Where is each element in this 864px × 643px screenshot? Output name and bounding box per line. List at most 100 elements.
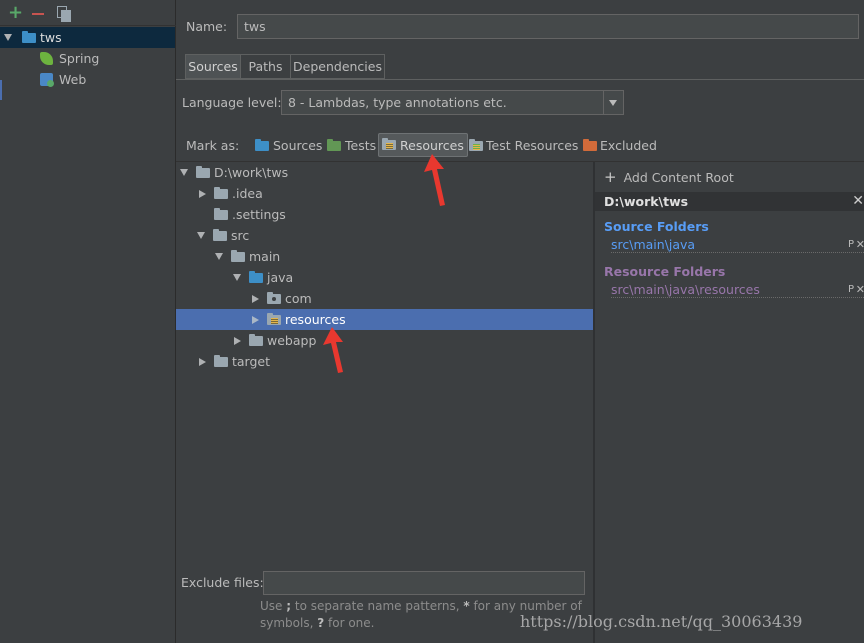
copy-icon[interactable]: [57, 6, 72, 22]
remove-folder-icon[interactable]: ✕: [856, 237, 864, 252]
tree-node-label: target: [232, 354, 271, 369]
file-tree: D:\work\tws .idea .settings src main jav…: [176, 162, 593, 565]
add-icon: +: [604, 168, 617, 186]
tree-node-com[interactable]: com: [252, 288, 312, 309]
expand-arrow-icon[interactable]: [197, 232, 205, 239]
expand-arrow-icon[interactable]: [252, 294, 259, 303]
tree-node-label: main: [249, 249, 281, 264]
expand-arrow-icon[interactable]: [4, 34, 12, 41]
remove-content-root-icon[interactable]: ✕: [852, 192, 864, 211]
sidebar-item-label: tws: [40, 30, 62, 45]
dropdown-arrow-icon[interactable]: [603, 91, 623, 114]
mark-button-label: Test Resources: [486, 138, 579, 153]
sidebar-toolbar: +: [0, 0, 176, 26]
resource-folders-title: Resource Folders: [604, 264, 726, 279]
add-content-root-button[interactable]: + Add Content Root: [604, 168, 734, 187]
tree-node-root[interactable]: D:\work\tws: [180, 162, 288, 183]
mark-test-resources-button[interactable]: Test Resources: [469, 135, 578, 156]
test-resources-folder-icon: [469, 138, 483, 151]
mark-as-label: Mark as:: [186, 138, 240, 153]
exclude-files-input[interactable]: [263, 571, 585, 595]
folder-icon: [214, 207, 228, 220]
tree-node-java[interactable]: java: [233, 267, 293, 288]
source-folder-icon: [249, 270, 263, 283]
spring-leaf-icon: [40, 52, 53, 65]
content-root-path: D:\work\tws: [604, 194, 689, 209]
sources-folder-icon: [255, 138, 269, 151]
watermark: https://blog.csdn.net/qq_30063439: [520, 612, 803, 631]
mark-button-label: Sources: [273, 138, 323, 153]
tree-node-resources-selected[interactable]: resources: [176, 309, 593, 330]
expand-arrow-icon[interactable]: [199, 189, 206, 198]
source-folders-title: Source Folders: [604, 219, 709, 234]
exclude-files-label: Exclude files:: [181, 575, 264, 590]
package-icon: [267, 291, 281, 304]
folder-icon: [213, 228, 227, 241]
sidebar-item-label: Spring: [59, 51, 100, 66]
language-level-value: 8 - Lambdas, type annotations etc.: [288, 95, 507, 110]
tree-node-webapp[interactable]: webapp: [234, 330, 316, 351]
mark-button-label: Excluded: [600, 138, 657, 153]
tree-node-main[interactable]: main: [215, 246, 280, 267]
annotation-arrow-icon: [323, 327, 343, 373]
sidebar-item-spring[interactable]: Spring: [40, 48, 99, 69]
language-level-select[interactable]: 8 - Lambdas, type annotations etc.: [281, 90, 624, 115]
remove-folder-icon[interactable]: ✕: [856, 282, 864, 297]
hint-text: to separate name patterns,: [291, 599, 464, 613]
folder-icon: [214, 186, 228, 199]
expand-arrow-icon[interactable]: [199, 357, 206, 366]
tree-node-label: java: [267, 270, 294, 285]
source-folder-entry[interactable]: src\main\java P ✕: [611, 237, 864, 253]
tree-node-label: src: [231, 228, 250, 243]
expand-arrow-icon[interactable]: [180, 169, 188, 176]
tree-node-target[interactable]: target: [199, 351, 270, 372]
folder-icon: [249, 333, 263, 346]
sidebar-item-web[interactable]: Web: [40, 69, 86, 90]
folder-properties-icon[interactable]: P: [848, 237, 854, 252]
tree-node-label: webapp: [267, 333, 317, 348]
resource-folder-path: src\main\java\resources: [611, 282, 760, 297]
module-folder-icon: [22, 30, 36, 43]
mark-button-label: Tests: [345, 138, 377, 153]
tab-paths[interactable]: Paths: [241, 54, 291, 79]
tab-dependencies[interactable]: Dependencies: [291, 54, 385, 79]
name-label: Name:: [186, 19, 228, 34]
tests-folder-icon: [327, 138, 341, 151]
tab-bar: Sources Paths Dependencies: [185, 54, 385, 79]
language-level-label: Language level:: [182, 95, 282, 110]
source-folder-path: src\main\java: [611, 237, 696, 252]
tab-label: Sources: [188, 59, 238, 74]
tree-node-label: .idea: [232, 186, 263, 201]
mark-sources-button[interactable]: Sources: [255, 135, 322, 156]
annotation-arrow-icon: [424, 154, 445, 206]
folder-properties-icon[interactable]: P: [848, 282, 854, 297]
expand-arrow-icon[interactable]: [234, 336, 241, 345]
add-icon[interactable]: +: [8, 3, 23, 23]
sidebar-item-tws[interactable]: tws: [0, 27, 175, 48]
expand-arrow-icon[interactable]: [215, 253, 223, 260]
tree-node-label: com: [285, 291, 312, 306]
tree-node-src[interactable]: src: [197, 225, 249, 246]
tab-content-border: [176, 79, 864, 80]
excluded-folder-icon: [583, 138, 597, 151]
resources-folder-icon: [267, 312, 281, 325]
tab-sources[interactable]: Sources: [185, 54, 241, 79]
tree-node-settings[interactable]: .settings: [214, 204, 286, 225]
name-input[interactable]: tws: [237, 14, 859, 39]
expand-arrow-icon[interactable]: [233, 274, 241, 281]
name-input-value: tws: [244, 19, 266, 34]
folder-icon: [231, 249, 245, 262]
mark-tests-button[interactable]: Tests: [327, 135, 376, 156]
mark-excluded-button[interactable]: Excluded: [583, 135, 657, 156]
tab-label: Dependencies: [293, 59, 382, 74]
tree-node-label: .settings: [232, 207, 286, 222]
content-root-panel: + Add Content Root D:\work\tws ✕ Source …: [595, 162, 864, 643]
resource-folder-entry[interactable]: src\main\java\resources P ✕: [611, 282, 864, 298]
hint-text: for one.: [324, 616, 375, 630]
remove-icon[interactable]: [32, 13, 44, 15]
expand-arrow-icon[interactable]: [252, 315, 259, 324]
tab-label: Paths: [248, 59, 283, 74]
sidebar: + tws Spring Web: [0, 0, 176, 643]
add-content-root-label: Add Content Root: [623, 170, 734, 185]
tree-node-idea[interactable]: .idea: [199, 183, 263, 204]
